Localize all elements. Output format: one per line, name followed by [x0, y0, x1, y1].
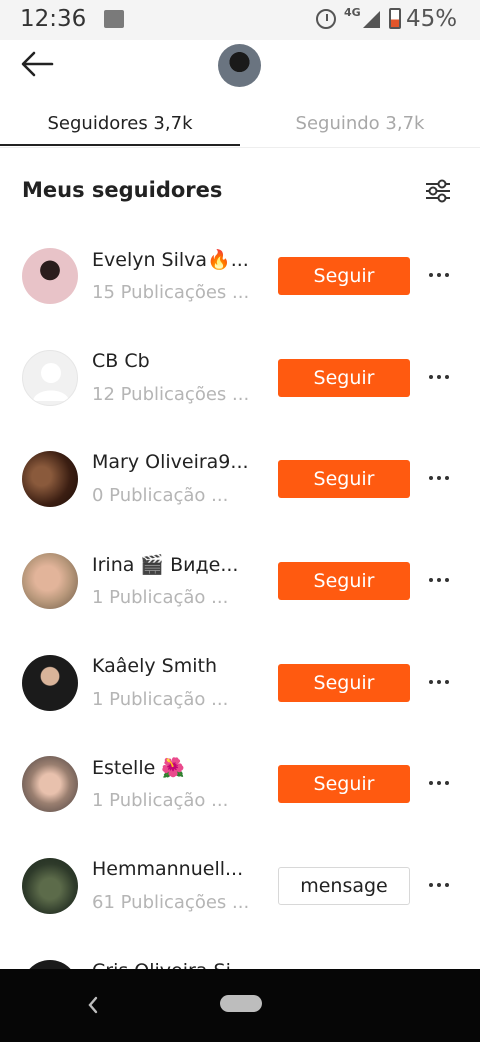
notification-icon — [104, 10, 124, 28]
filter-icon[interactable] — [424, 178, 452, 204]
avatar[interactable] — [22, 350, 78, 406]
list-item[interactable]: Mary Oliveira9... 0 Publicação ... Segui… — [0, 451, 480, 551]
back-arrow-icon[interactable] — [18, 48, 58, 80]
more-options-icon[interactable] — [426, 872, 452, 898]
follow-button[interactable]: Seguir — [278, 664, 410, 702]
tab-following[interactable]: Seguindo 3,7k — [240, 100, 480, 146]
follow-button[interactable]: Seguir — [278, 359, 410, 397]
nav-back-icon[interactable] — [83, 992, 103, 1018]
tab-followers[interactable]: Seguidores 3,7k — [0, 100, 240, 146]
avatar[interactable] — [22, 553, 78, 609]
more-options-icon[interactable] — [426, 669, 452, 695]
follower-name[interactable]: CB Cb — [92, 350, 257, 372]
profile-avatar[interactable] — [218, 44, 261, 87]
alarm-icon — [316, 9, 336, 29]
more-options-icon[interactable] — [426, 770, 452, 796]
signal-icon — [363, 11, 380, 28]
more-options-icon[interactable] — [426, 262, 452, 288]
list-item[interactable]: Evelyn Silva🔥... 15 Publicações ... Segu… — [0, 248, 480, 348]
follow-button[interactable]: Seguir — [278, 460, 410, 498]
follower-name[interactable]: Mary Oliveira9... — [92, 451, 257, 473]
network-type: 4G — [344, 6, 361, 19]
follower-name[interactable]: Cris Oliveira Si — [92, 960, 257, 969]
follower-posts: 1 Publicação ... — [92, 790, 229, 811]
list-item[interactable]: Hemmannuell... 61 Publicações ... mensag… — [0, 858, 480, 958]
avatar[interactable] — [22, 248, 78, 304]
follower-name[interactable]: Estelle 🌺 — [92, 756, 257, 779]
status-time: 12:36 — [20, 6, 87, 32]
nav-home-pill[interactable] — [220, 995, 262, 1012]
more-options-icon[interactable] — [426, 364, 452, 390]
follower-posts: 12 Publicações ... — [92, 384, 250, 405]
section-title: Meus seguidores — [22, 178, 223, 202]
list-item[interactable]: CB Cb 12 Publicações ... Seguir — [0, 350, 480, 450]
follow-button[interactable]: Seguir — [278, 765, 410, 803]
follower-name[interactable]: Kaâely Smith — [92, 655, 257, 677]
follower-posts: 61 Publicações ... — [92, 892, 250, 913]
follow-button[interactable]: Seguir — [278, 257, 410, 295]
list-item[interactable]: Irina 🎬 Виде... 1 Publicação ... Seguir — [0, 553, 480, 653]
status-bar: 12:36 4G 45% — [0, 0, 480, 40]
list-item[interactable]: Cris Oliveira Si — [0, 950, 480, 969]
tabs: Seguidores 3,7k Seguindo 3,7k — [0, 100, 480, 148]
more-options-icon[interactable] — [426, 567, 452, 593]
avatar[interactable] — [22, 451, 78, 507]
avatar[interactable] — [22, 960, 78, 969]
follower-name[interactable]: Evelyn Silva🔥... — [92, 248, 257, 271]
follower-posts: 1 Publicação ... — [92, 587, 229, 608]
battery-level: 45% — [406, 6, 458, 32]
follower-posts: 0 Publicação ... — [92, 485, 229, 506]
avatar[interactable] — [22, 858, 78, 914]
list-item[interactable]: Kaâely Smith 1 Publicação ... Seguir — [0, 655, 480, 755]
header — [0, 40, 480, 96]
avatar[interactable] — [22, 756, 78, 812]
more-options-icon[interactable] — [426, 465, 452, 491]
follower-posts: 1 Publicação ... — [92, 689, 229, 710]
follower-name[interactable]: Irina 🎬 Виде... — [92, 553, 257, 576]
active-tab-indicator — [0, 144, 240, 146]
message-button[interactable]: mensage — [278, 867, 410, 905]
battery-icon — [389, 8, 401, 29]
list-item[interactable]: Estelle 🌺 1 Publicação ... Seguir — [0, 756, 480, 856]
avatar[interactable] — [22, 655, 78, 711]
follower-posts: 15 Publicações ... — [92, 282, 250, 303]
system-nav-bar — [0, 969, 480, 1042]
follow-button[interactable]: Seguir — [278, 562, 410, 600]
follower-name[interactable]: Hemmannuell... — [92, 858, 257, 880]
